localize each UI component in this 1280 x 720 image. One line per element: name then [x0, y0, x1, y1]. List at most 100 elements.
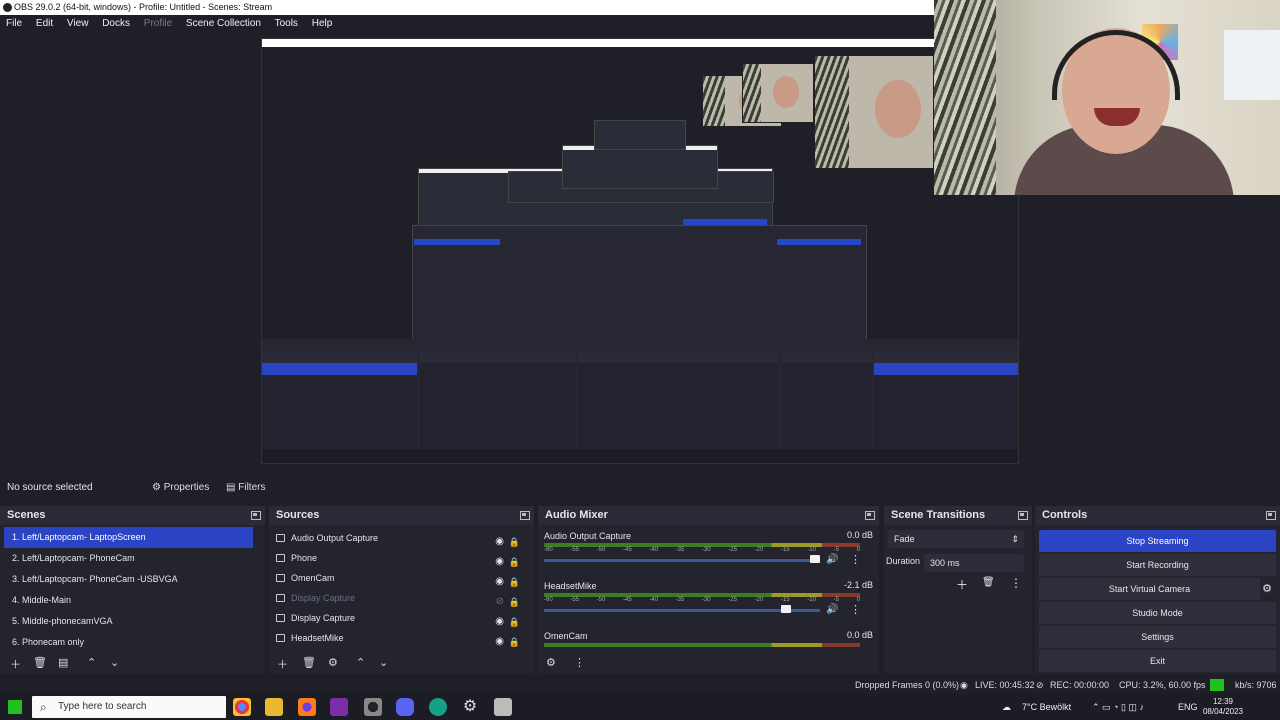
gear-icon[interactable]: ⚙ [328, 656, 338, 669]
scene-item[interactable]: 3. Left/Laptopcam- PhoneCam -USBVGA [4, 569, 253, 590]
source-item[interactable]: HeadsetMike ◉ 🔒 [269, 628, 534, 648]
menu-view[interactable]: View [67, 18, 89, 29]
curtain [934, 0, 996, 195]
obs-taskbar-icon[interactable] [364, 698, 382, 716]
source-item[interactable]: Audio Output Capture ◉ 🔒 [269, 528, 534, 548]
more-icon[interactable]: ⋮ [574, 656, 585, 669]
add-icon[interactable]: ＋ [277, 656, 288, 672]
move-down-icon[interactable]: ⌄ [110, 656, 119, 669]
menu-docks[interactable]: Docks [102, 18, 130, 29]
source-item[interactable]: Display Capture ⊘ 🔒 [269, 588, 534, 608]
more-icon[interactable]: ⋮ [850, 603, 861, 616]
trash-icon[interactable]: 🗑 [302, 656, 316, 669]
app-icon[interactable] [429, 698, 447, 716]
undock-icon[interactable] [251, 511, 261, 520]
nested-canvas [262, 55, 1018, 353]
firefox-icon[interactable] [298, 698, 316, 716]
settings-button[interactable]: Settings [1039, 626, 1276, 648]
settings-icon[interactable]: ⚙ [461, 698, 479, 716]
weather-text[interactable]: 7°C Bewölkt [1022, 694, 1071, 720]
stop-streaming-button[interactable]: Stop Streaming [1039, 530, 1276, 552]
scene-transitions-dock: Scene Transitions Fade ⇕ Duration 300 ms … [884, 506, 1032, 674]
monitor-icon [276, 594, 285, 602]
properties-button[interactable]: ⚙ Properties [146, 479, 215, 497]
menu-help[interactable]: Help [312, 18, 333, 29]
menu-scene-collection[interactable]: Scene Collection [186, 18, 261, 29]
db-tick: -55 [570, 547, 579, 553]
filters-button[interactable]: ▤ Filters [220, 479, 271, 497]
app-window-icon[interactable] [494, 698, 512, 716]
db-tick: -50 [596, 547, 606, 553]
menu-file[interactable]: File [6, 18, 22, 29]
mixer-toolbar: ⚙ ⋮ [538, 656, 879, 672]
undock-icon[interactable] [520, 511, 530, 520]
db-tick: -50 [596, 597, 606, 603]
speaker-icon [276, 534, 285, 542]
live-time: LIVE: 00:45:32 [975, 680, 1035, 690]
language-indicator[interactable]: ENG [1178, 694, 1198, 720]
no-source-label: No source selected [7, 482, 93, 493]
db-tick: -15 [780, 597, 790, 603]
scene-item[interactable]: 6. Phonecam only [4, 632, 253, 653]
volume-slider-knob[interactable] [810, 555, 820, 563]
scene-item[interactable]: 1. Left/Laptopcam- LaptopScreen [4, 527, 253, 548]
menu-tools[interactable]: Tools [275, 18, 298, 29]
filter-icon[interactable]: ▤ [58, 656, 68, 669]
obs-app-icon [3, 3, 12, 12]
gear-icon[interactable]: ⚙ [546, 656, 556, 669]
db-tick: -60 [544, 597, 553, 603]
volume-slider-knob[interactable] [780, 605, 791, 613]
source-item[interactable]: Phone ◉ 🔒 [269, 548, 534, 568]
menu-edit[interactable]: Edit [36, 18, 53, 29]
taskbar-search[interactable]: ⌕ Type here to search [32, 696, 226, 718]
scene-item[interactable]: 5. Middle-phonecamVGA [4, 611, 253, 632]
speaker-icon[interactable]: 🔊 [826, 604, 838, 615]
volume-slider[interactable] [544, 559, 820, 562]
scene-item[interactable]: 2. Left/Laptopcam- PhoneCam [4, 548, 253, 569]
trash-icon[interactable]: 🗑 [33, 656, 47, 669]
add-icon[interactable]: ＋ [956, 576, 968, 593]
more-icon[interactable]: ⋮ [850, 553, 861, 566]
duration-spinbox[interactable]: 300 ms [924, 554, 1024, 572]
clock[interactable]: 12:39 08/04/2023 [1200, 697, 1246, 717]
start-recording-button[interactable]: Start Recording [1039, 554, 1276, 576]
undock-icon[interactable] [865, 511, 875, 520]
undock-icon[interactable] [1018, 511, 1028, 520]
add-icon[interactable]: ＋ [10, 656, 21, 672]
windows-start-icon[interactable] [8, 700, 22, 714]
source-item[interactable]: OmenCam ◉ 🔒 [269, 568, 534, 588]
move-down-icon[interactable]: ⌄ [379, 656, 388, 669]
eye-icon[interactable]: ◉ [495, 632, 504, 652]
source-item[interactable]: Display Capture ◉ 🔒 [269, 608, 534, 628]
chrome-icon[interactable] [233, 698, 251, 716]
trash-icon[interactable]: 🗑 [982, 577, 995, 588]
gear-icon[interactable]: ⚙ [1262, 578, 1272, 600]
move-up-icon[interactable]: ⌃ [87, 656, 96, 669]
lock-icon[interactable]: 🔒 [509, 632, 520, 652]
volume-slider[interactable] [544, 609, 820, 612]
studio-mode-button[interactable]: Studio Mode [1039, 602, 1276, 624]
bitrate: kb/s: 9706 [1235, 680, 1277, 690]
exit-button[interactable]: Exit [1039, 650, 1276, 672]
controls-dock: Controls Stop Streaming Start Recording … [1035, 506, 1280, 674]
gear-icon: ⚙ [152, 482, 164, 493]
more-icon[interactable]: ⋮ [1010, 576, 1022, 590]
file-explorer-icon[interactable] [265, 698, 283, 716]
speaker-icon[interactable]: 🔊 [826, 554, 838, 565]
undock-icon[interactable] [1266, 511, 1276, 520]
scene-item[interactable]: 4. Middle-Main [4, 590, 253, 611]
menu-profile[interactable]: Profile [144, 18, 172, 29]
nested-menubar [262, 47, 1018, 55]
db-tick: -30 [701, 597, 711, 603]
move-up-icon[interactable]: ⌃ [356, 656, 365, 669]
nested-sources [420, 353, 575, 451]
start-virtual-camera-button[interactable]: Start Virtual Camera ⚙ [1039, 578, 1272, 600]
db-scale: -60 -55 -50 -45 -40 -35 -30 -25 -20 -15 -10 -5 0 [544, 597, 860, 605]
sources-dock: Sources Audio Output Capture ◉ 🔒 Phone ◉ 🔒… [269, 506, 534, 674]
nested-docks [262, 339, 1018, 463]
windows-taskbar: ⌕ Type here to search ⚙ ☁ 7°C Bewölkt ⌃ … [0, 694, 1280, 720]
discord-icon[interactable] [396, 698, 414, 716]
onenote-icon[interactable] [330, 698, 348, 716]
tray-icons[interactable]: ⌃ ▭ ◔ ▯ ◫ ♪ [1092, 694, 1144, 720]
transition-select[interactable]: Fade ⇕ [888, 530, 1024, 548]
